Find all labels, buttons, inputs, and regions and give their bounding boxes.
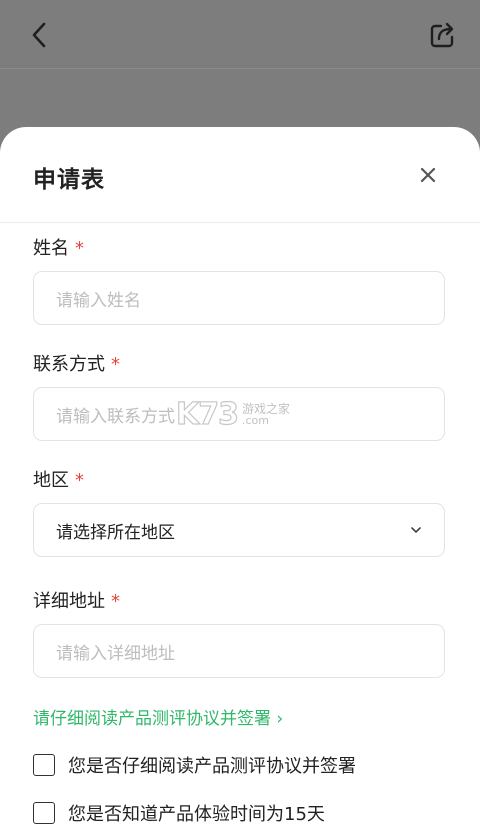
close-icon	[420, 167, 436, 183]
required-mark: *	[75, 238, 84, 259]
checkbox[interactable]	[33, 802, 55, 824]
share-button[interactable]	[426, 18, 460, 52]
agreement-link[interactable]: 请仔细阅读产品测评协议并签署 ›	[33, 704, 283, 729]
required-mark: *	[111, 354, 120, 375]
check-row-label: 您是否知道产品体验时间为15天	[68, 804, 325, 824]
contact-label-text: 联系方式	[33, 354, 105, 375]
name-label-text: 姓名	[33, 238, 69, 259]
region-label: 地区 *	[33, 466, 84, 492]
chevron-down-icon	[410, 524, 422, 536]
name-input[interactable]: 请输入姓名	[33, 271, 445, 325]
watermark-side: 游戏之家 .com	[242, 403, 290, 426]
required-mark: *	[75, 470, 84, 491]
region-select-value: 请选择所在地区	[56, 522, 175, 543]
watermark: K73 游戏之家 .com	[175, 396, 290, 432]
top-bar	[0, 0, 480, 69]
sheet-title: 申请表	[33, 167, 105, 193]
close-button[interactable]	[416, 163, 440, 187]
contact-input-placeholder: 请输入联系方式	[56, 406, 175, 427]
chevron-left-icon	[32, 22, 46, 48]
address-input-placeholder: 请输入详细地址	[56, 643, 175, 664]
name-input-placeholder: 请输入姓名	[56, 290, 141, 311]
name-label: 姓名 *	[33, 234, 84, 260]
watermark-logo: K73	[175, 396, 239, 432]
address-label: 详细地址 *	[33, 587, 120, 613]
share-icon	[430, 22, 454, 48]
watermark-domain: .com	[242, 414, 269, 427]
checkbox[interactable]	[33, 754, 55, 776]
region-label-text: 地区	[33, 470, 69, 491]
address-input[interactable]: 请输入详细地址	[33, 624, 445, 678]
check-row-trial-period[interactable]: 您是否知道产品体验时间为15天	[33, 800, 325, 824]
contact-label: 联系方式 *	[33, 350, 120, 376]
sheet-header: 申请表	[0, 127, 480, 223]
address-label-text: 详细地址	[33, 591, 105, 612]
required-mark: *	[111, 591, 120, 612]
application-sheet: 申请表 姓名 * 请输入姓名 联系方式 * 请输入联系方式 地区 * 请选择所在地区	[0, 127, 480, 824]
back-button[interactable]	[22, 18, 56, 52]
check-row-read-agreement[interactable]: 您是否仔细阅读产品测评协议并签署	[33, 752, 356, 778]
check-row-label: 您是否仔细阅读产品测评协议并签署	[68, 756, 356, 777]
region-select[interactable]: 请选择所在地区	[33, 503, 445, 557]
